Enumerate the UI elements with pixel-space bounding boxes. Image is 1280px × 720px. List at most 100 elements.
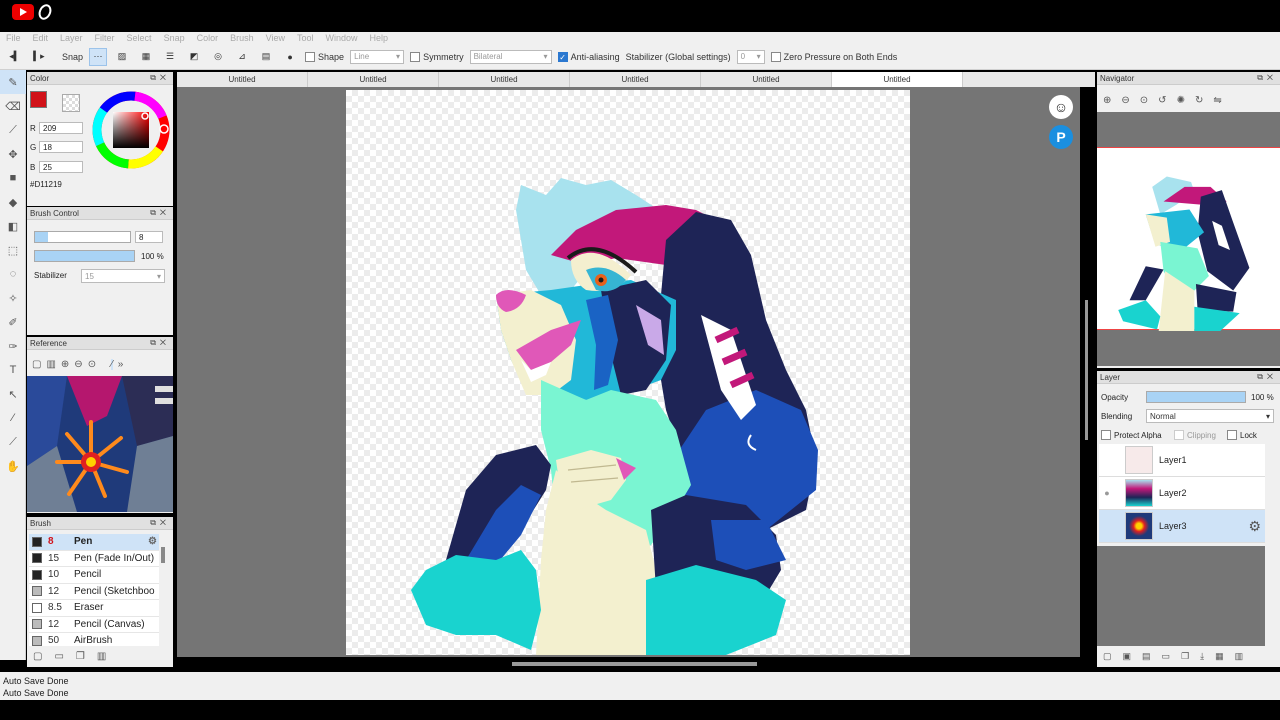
snap-perspective-icon[interactable]: ◩: [185, 48, 203, 66]
horizontal-scrollbar[interactable]: [512, 662, 757, 666]
eyedropper-icon[interactable]: ⁄: [111, 358, 113, 370]
text-tool-icon[interactable]: T: [0, 358, 26, 382]
layer-row-layer2[interactable]: ● Layer2: [1099, 477, 1265, 510]
magic-wand-icon[interactable]: ✧: [0, 286, 26, 310]
rotate-left-icon[interactable]: ↺: [1158, 95, 1166, 106]
menu-filter[interactable]: Filter: [89, 32, 121, 44]
symmetry-checkbox[interactable]: [410, 51, 421, 62]
layer-opacity-slider[interactable]: [1146, 391, 1246, 403]
background-swatch[interactable]: [62, 94, 80, 112]
brush-item-pencil-sketchbook[interactable]: 12 Pencil (Sketchboo: [29, 583, 159, 600]
mascot-icon[interactable]: ☺: [1049, 95, 1073, 119]
rectangle-tool-icon[interactable]: ■: [0, 166, 26, 190]
undo-icon[interactable]: ◂▍: [6, 48, 24, 66]
duplicate-icon[interactable]: ❐: [76, 651, 85, 662]
zoom-in-icon[interactable]: ⊕: [1103, 95, 1111, 106]
brush-item-pen-fade[interactable]: 15 Pen (Fade In/Out): [29, 550, 159, 567]
panel-controls-icon[interactable]: ⧉✕: [150, 338, 170, 348]
tab-untitled-4[interactable]: Untitled: [570, 72, 701, 87]
tab-untitled-2[interactable]: Untitled: [308, 72, 439, 87]
menu-select[interactable]: Select: [121, 32, 158, 44]
tab-untitled-3[interactable]: Untitled: [439, 72, 570, 87]
menu-snap[interactable]: Snap: [158, 32, 191, 44]
panel-controls-icon[interactable]: ⧉✕: [1257, 372, 1277, 382]
brush-item-pen[interactable]: 8 Pen ⚙: [29, 534, 159, 551]
snap-vanishing-icon[interactable]: ⊿: [233, 48, 251, 66]
drawing-canvas[interactable]: [346, 90, 910, 655]
dot-icon[interactable]: ●: [281, 48, 299, 66]
rotate-right-icon[interactable]: ↻: [1195, 95, 1203, 106]
eraser-tool-icon[interactable]: ⌫: [0, 94, 26, 118]
zoom-out-icon[interactable]: ⊖: [74, 359, 82, 370]
color-wheel[interactable]: [89, 88, 173, 172]
layer-row-layer3[interactable]: Layer3 ⚙: [1099, 510, 1265, 543]
zero-pressure-checkbox[interactable]: [770, 51, 781, 62]
vertical-scrollbar[interactable]: [1085, 300, 1088, 440]
menu-window[interactable]: Window: [320, 32, 364, 44]
brush-item-eraser[interactable]: 8.5 Eraser: [29, 600, 159, 617]
select-eraser-icon[interactable]: ✑: [0, 334, 26, 358]
brush-item-pencil[interactable]: 10 Pencil: [29, 567, 159, 584]
menu-tool[interactable]: Tool: [291, 32, 320, 44]
gradient-tool-icon[interactable]: ◧: [0, 214, 26, 238]
menu-help[interactable]: Help: [364, 32, 395, 44]
lock-checkbox[interactable]: [1227, 430, 1237, 440]
panel-controls-icon[interactable]: ⧉✕: [150, 208, 170, 218]
menu-brush[interactable]: Brush: [224, 32, 260, 44]
copy-layer-icon[interactable]: ❐: [1181, 651, 1189, 662]
clipping-checkbox[interactable]: [1174, 430, 1184, 440]
gear-icon[interactable]: ⚙: [1248, 518, 1261, 535]
b-input[interactable]: 25: [39, 161, 83, 173]
snap-parallel-icon[interactable]: ▨: [113, 48, 131, 66]
panel-controls-icon[interactable]: ⧉✕: [1257, 73, 1277, 83]
more-icon[interactable]: »: [118, 359, 124, 370]
lasso-tool-icon[interactable]: ◌: [0, 262, 26, 286]
new-vector-layer-icon[interactable]: ▤: [1142, 651, 1151, 662]
snap-off-icon[interactable]: ⋯: [89, 47, 108, 66]
zoom-in-icon[interactable]: ⊕: [61, 359, 69, 370]
panel-controls-icon[interactable]: ⧉✕: [150, 518, 170, 528]
select-pen-icon[interactable]: ✐: [0, 310, 26, 334]
snap-grid-icon[interactable]: ▦: [137, 48, 155, 66]
brush-item-airbrush[interactable]: 50 AirBrush: [29, 633, 159, 646]
tab-untitled-5[interactable]: Untitled: [701, 72, 832, 87]
select-rect-icon[interactable]: ⬚: [0, 238, 26, 262]
pixiv-icon[interactable]: P: [1049, 125, 1073, 149]
redo-icon[interactable]: ▍▸: [30, 48, 48, 66]
new-brush-icon[interactable]: ▢: [33, 651, 42, 662]
gear-icon[interactable]: ⚙: [148, 536, 157, 547]
folder-icon[interactable]: ▭: [1162, 651, 1171, 662]
hand-tool-icon[interactable]: ✋: [0, 454, 26, 478]
symmetry-select[interactable]: Bilateral ▾: [469, 49, 552, 64]
rotate-reset-icon[interactable]: ✺: [1177, 95, 1185, 106]
tab-untitled-6[interactable]: Untitled: [832, 72, 963, 87]
foreground-swatch[interactable]: [30, 91, 47, 108]
zoom-fit-icon[interactable]: ⊙: [88, 359, 96, 370]
trash-icon[interactable]: ▥: [1235, 651, 1244, 662]
trash-icon[interactable]: ▥: [46, 359, 55, 370]
snap-lines-icon[interactable]: ☰: [161, 48, 179, 66]
snap-concentric-icon[interactable]: ◎: [209, 48, 227, 66]
trash-icon[interactable]: ▥: [97, 651, 106, 662]
zoom-out-icon[interactable]: ⊖: [1121, 95, 1129, 106]
g-input[interactable]: 18: [39, 141, 83, 153]
opacity-slider[interactable]: [34, 250, 135, 262]
size-input[interactable]: 8: [135, 231, 163, 243]
new-layer-icon[interactable]: ▢: [1103, 651, 1112, 662]
folder-icon[interactable]: ▭: [54, 651, 63, 662]
brush-stabilizer-select[interactable]: 15 ▾: [81, 269, 165, 283]
tab-untitled-1[interactable]: Untitled: [177, 72, 308, 87]
panel-controls-icon[interactable]: ⧉✕: [150, 73, 170, 83]
zoom-reset-icon[interactable]: ⊙: [1140, 95, 1148, 106]
eyedropper-tool-icon[interactable]: ⁄: [0, 406, 26, 430]
new-file-icon[interactable]: ▢: [32, 359, 41, 370]
protect-alpha-checkbox[interactable]: [1101, 430, 1111, 440]
new-layer-alt-icon[interactable]: ▣: [1123, 651, 1132, 662]
brush-item-pencil-canvas[interactable]: 12 Pencil (Canvas): [29, 616, 159, 633]
menu-file[interactable]: File: [0, 32, 27, 44]
shape-select[interactable]: Line ▾: [350, 49, 405, 64]
brush-list-scrollbar[interactable]: [161, 547, 165, 563]
menu-color[interactable]: Color: [191, 32, 225, 44]
blending-select[interactable]: Normal ▾: [1146, 409, 1274, 423]
navigator-preview[interactable]: [1097, 147, 1280, 331]
